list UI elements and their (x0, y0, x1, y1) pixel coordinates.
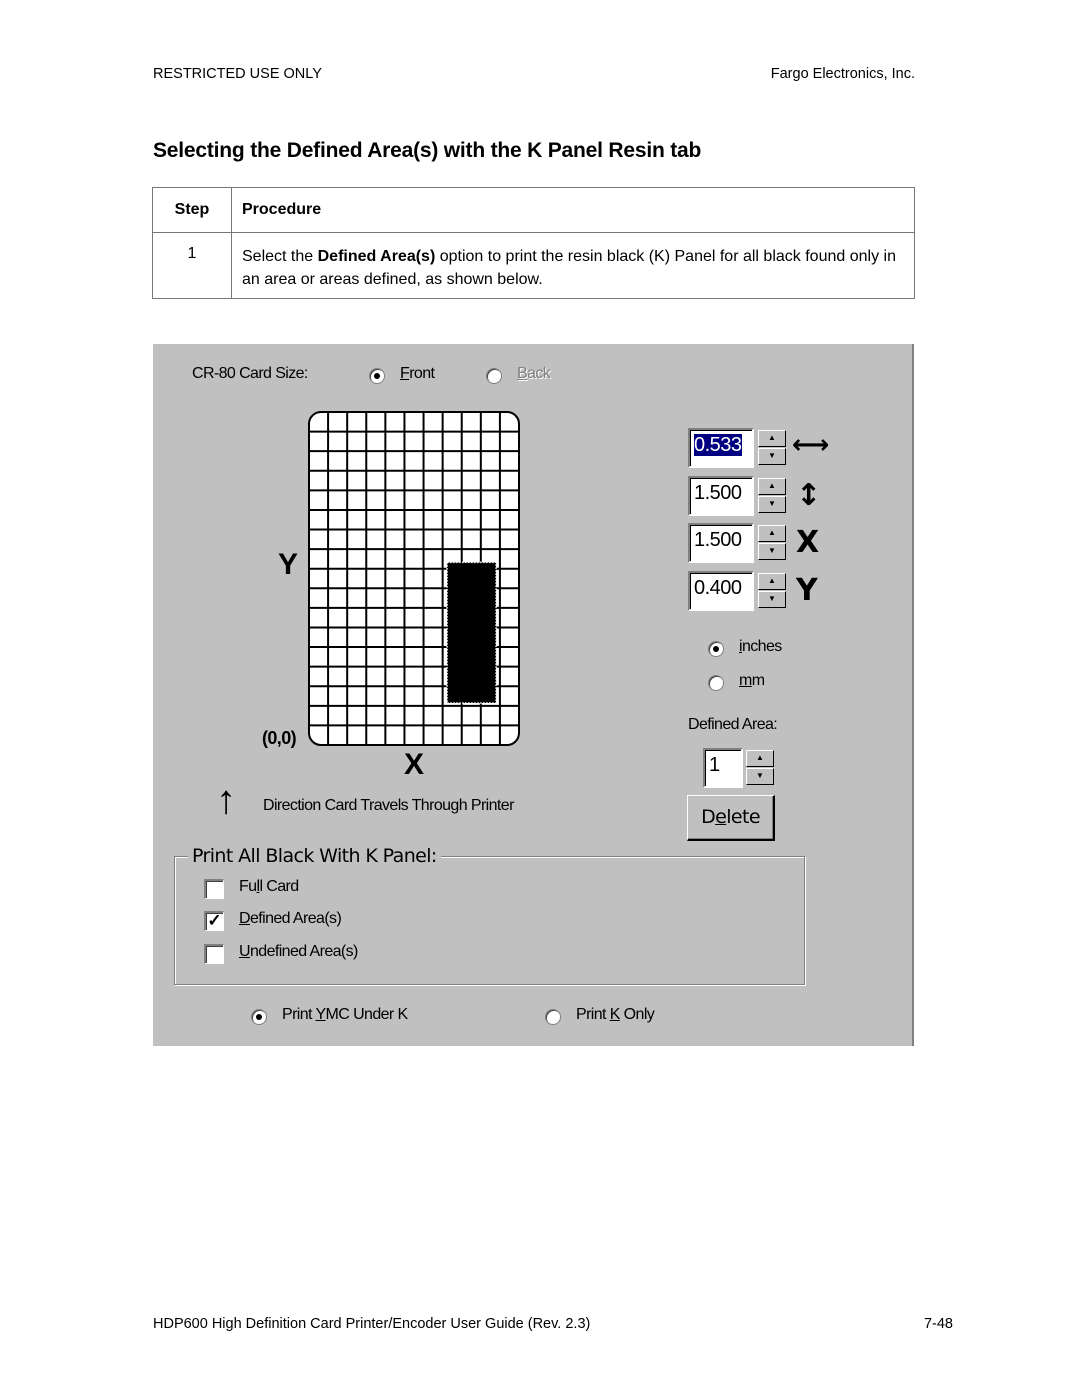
defined-area-input[interactable]: 1 (703, 748, 743, 788)
delete-label-d: D (701, 806, 716, 828)
print-ymc-under-k-label[interactable]: Print YMC Under K (282, 1006, 408, 1024)
spin-up-button[interactable]: ▲ (758, 573, 786, 590)
undefined-areas-label[interactable]: Undefined Area(s) (239, 943, 358, 961)
label-part: Only (619, 1006, 655, 1023)
mm-label-rest: m (751, 672, 765, 689)
table-header-row: Step Procedure (152, 187, 915, 233)
spin-down-button[interactable]: ▼ (746, 768, 774, 785)
front-label-rest: ront (409, 365, 435, 382)
defined-area-value: 1 (709, 754, 720, 776)
label-part: Print (576, 1006, 610, 1023)
mnemonic: F (400, 365, 410, 382)
undefined-areas-checkbox[interactable] (204, 944, 224, 964)
spin-down-button[interactable]: ▼ (758, 591, 786, 608)
arrow-up-icon: ↑ (216, 778, 236, 822)
x-icon: X (796, 525, 820, 560)
width-icon: ⟷ (792, 430, 830, 460)
table-row: 1 Select the Defined Area(s) option to p… (152, 232, 915, 299)
card-grid[interactable] (300, 405, 530, 755)
mnemonic: U (239, 943, 251, 960)
spin-up-button[interactable]: ▲ (758, 430, 786, 447)
delete-label-rest: lete (726, 806, 760, 828)
defined-areas-label[interactable]: Defined Area(s) (239, 910, 342, 928)
section-title: Selecting the Defined Area(s) with the K… (153, 139, 702, 162)
inches-label-rest: nches (741, 638, 782, 655)
label-part: l Card (259, 878, 299, 895)
step-number: 1 (152, 232, 232, 299)
width-value: 0.533 (694, 434, 742, 456)
spin-down-button[interactable]: ▼ (758, 448, 786, 465)
y-icon: Y (796, 573, 818, 608)
step-text-part: Select the (242, 248, 318, 265)
column-header-procedure: Procedure (231, 187, 915, 233)
inches-radio[interactable] (708, 641, 724, 657)
step-text: Select the Defined Area(s) option to pri… (231, 232, 915, 299)
spin-up-button[interactable]: ▲ (758, 525, 786, 542)
inches-radio-label[interactable]: inches (739, 638, 782, 656)
label-part: ndefined Area(s) (249, 943, 358, 960)
print-k-only-radio[interactable] (545, 1009, 561, 1025)
column-header-step: Step (152, 187, 232, 233)
groupbox-title: Print All Black With K Panel: (188, 845, 441, 867)
mnemonic: e (715, 806, 727, 828)
mm-radio[interactable] (708, 675, 724, 691)
mm-radio-label[interactable]: mm (739, 672, 765, 690)
defined-area-rect (446, 561, 497, 704)
delete-button[interactable]: Delete (687, 795, 775, 841)
mnemonic: K (609, 1006, 621, 1023)
label-part: Fu (239, 878, 257, 895)
mnemonic: Y (315, 1006, 326, 1023)
y-value: 0.400 (694, 577, 742, 599)
print-ymc-under-k-radio[interactable] (251, 1009, 267, 1025)
print-k-only-label[interactable]: Print K Only (576, 1006, 655, 1024)
front-radio[interactable] (369, 368, 385, 384)
width-input[interactable]: 0.533 (688, 428, 754, 468)
direction-label: Direction Card Travels Through Printer (263, 797, 514, 814)
x-input[interactable]: 1.500 (688, 523, 754, 563)
defined-areas-checkbox[interactable]: ✓ (204, 911, 224, 931)
card-size-label: CR-80 Card Size: (192, 365, 308, 382)
label-part: MC Under K (325, 1006, 409, 1023)
back-label-rest: ack (527, 365, 551, 382)
spin-up-button[interactable]: ▲ (746, 750, 774, 767)
full-card-label[interactable]: Full Card (239, 878, 299, 896)
spin-up-button[interactable]: ▲ (758, 478, 786, 495)
spin-down-button[interactable]: ▼ (758, 543, 786, 560)
label-part: Print (282, 1006, 316, 1023)
full-card-checkbox[interactable] (204, 879, 224, 899)
height-input[interactable]: 1.500 (688, 476, 754, 516)
x-value: 1.500 (694, 529, 742, 551)
procedure-table: Step Procedure 1 Select the Defined Area… (152, 187, 915, 299)
footer-guide-title: HDP600 High Definition Card Printer/Enco… (153, 1316, 591, 1332)
front-radio-label[interactable]: Front (400, 365, 435, 383)
y-input[interactable]: 0.400 (688, 571, 754, 611)
header-company: Fargo Electronics, Inc. (770, 66, 915, 82)
height-icon: ↕ (796, 478, 822, 513)
origin-label: (0,0) (262, 728, 297, 748)
mnemonic: B (517, 365, 528, 382)
mnemonic: D (239, 910, 251, 927)
header-restricted: RESTRICTED USE ONLY (153, 66, 322, 82)
mnemonic: m (739, 672, 752, 689)
spin-down-button[interactable]: ▼ (758, 496, 786, 513)
height-value: 1.500 (694, 482, 742, 504)
step-text-bold: Defined Area(s) (317, 248, 436, 265)
back-radio-label[interactable]: Back (517, 365, 551, 383)
checkmark-icon: ✓ (207, 911, 222, 930)
defined-area-label: Defined Area: (688, 716, 778, 733)
label-part: efined Area(s) (249, 910, 342, 927)
footer-page-number: 7-48 (923, 1316, 953, 1332)
back-radio[interactable] (486, 368, 502, 384)
axis-y-label: Y (278, 548, 298, 581)
